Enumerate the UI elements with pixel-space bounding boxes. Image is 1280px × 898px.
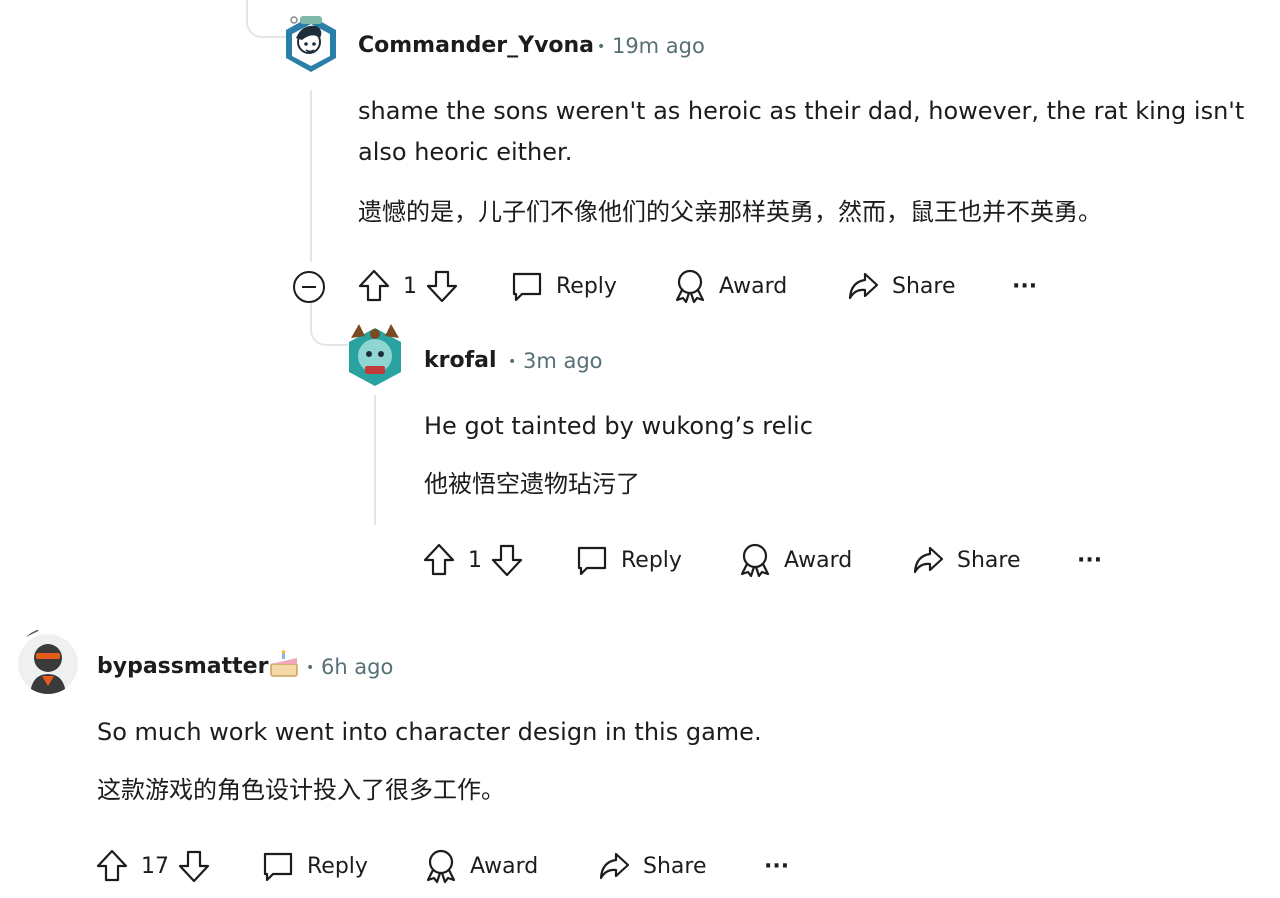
- more-options-icon: ···: [1012, 273, 1038, 299]
- reply-label: Reply: [307, 853, 368, 879]
- reply-icon: [577, 546, 607, 576]
- award-label: Award: [719, 273, 788, 299]
- thread-line: [310, 90, 312, 262]
- reply-button[interactable]: Reply: [510, 268, 617, 304]
- share-label: Share: [957, 547, 1021, 573]
- award-button[interactable]: Award: [673, 268, 787, 304]
- more-options-button[interactable]: ···: [1012, 268, 1037, 304]
- downvote-icon[interactable]: [425, 268, 459, 304]
- reply-label: Reply: [621, 547, 682, 573]
- avatar-image: [349, 324, 401, 386]
- upvote-icon[interactable]: [95, 848, 129, 884]
- comment-meta: • 19m ago: [597, 34, 705, 58]
- comment-meta: • 6h ago: [306, 655, 393, 679]
- comment-meta: • 3m ago: [508, 349, 603, 373]
- award-icon: [675, 269, 705, 304]
- upvote-icon[interactable]: [422, 542, 456, 578]
- reply-icon: [512, 272, 542, 302]
- avatar[interactable]: [282, 10, 340, 76]
- more-options-icon: ···: [1077, 547, 1103, 573]
- reply-button[interactable]: Reply: [575, 542, 682, 578]
- avatar[interactable]: [16, 628, 80, 694]
- more-options-icon: ···: [764, 853, 790, 879]
- share-label: Share: [892, 273, 956, 299]
- reply-button[interactable]: Reply: [261, 848, 368, 884]
- more-options-button[interactable]: ···: [764, 848, 789, 884]
- meta-separator: •: [508, 354, 517, 370]
- vote-count: 1: [468, 547, 482, 573]
- award-icon: [740, 543, 770, 578]
- share-icon: [913, 546, 944, 574]
- thread-connector: [246, 0, 286, 38]
- reply-icon: [263, 852, 293, 882]
- share-button[interactable]: Share: [911, 542, 1021, 578]
- share-icon: [848, 272, 879, 300]
- comment-body-zh: 他被悟空遗物玷污了: [424, 470, 640, 498]
- thread-line: [374, 395, 376, 525]
- meta-separator: •: [597, 39, 606, 55]
- comment-body-zh: 这款游戏的角色设计投入了很多工作。: [97, 776, 505, 804]
- share-button[interactable]: Share: [846, 268, 956, 304]
- award-icon: [426, 849, 456, 884]
- avatar-image: [286, 16, 336, 72]
- comment-username[interactable]: Commander_Yvona: [358, 33, 594, 58]
- more-options-button[interactable]: ···: [1077, 542, 1102, 578]
- vote-group: 1: [357, 268, 459, 304]
- vote-group: 1: [422, 542, 524, 578]
- collapse-button[interactable]: [292, 270, 326, 304]
- avatar[interactable]: [345, 320, 405, 390]
- award-label: Award: [784, 547, 853, 573]
- downvote-icon[interactable]: [490, 542, 524, 578]
- downvote-icon[interactable]: [177, 848, 211, 884]
- vote-count: 17: [141, 853, 169, 879]
- award-button[interactable]: Award: [424, 848, 538, 884]
- avatar-image: [18, 629, 78, 694]
- comment-text-line: shame the sons weren't as heroic as thei…: [358, 97, 1245, 125]
- award-button[interactable]: Award: [738, 542, 852, 578]
- meta-separator: •: [306, 660, 315, 676]
- comment-body-en: So much work went into character design …: [97, 718, 762, 746]
- reply-label: Reply: [556, 273, 617, 299]
- share-label: Share: [643, 853, 707, 879]
- award-label: Award: [470, 853, 539, 879]
- comment-body-en: He got tainted by wukong’s relic: [424, 412, 813, 440]
- comment-time: 6h ago: [320, 655, 394, 679]
- comment-username[interactable]: krofal: [424, 348, 497, 373]
- share-button[interactable]: Share: [597, 848, 707, 884]
- cake-day-icon: [268, 650, 300, 684]
- share-icon: [599, 852, 630, 880]
- comment-username[interactable]: bypassmatter: [97, 654, 268, 679]
- comment-time: 3m ago: [522, 349, 603, 373]
- upvote-icon[interactable]: [357, 268, 391, 304]
- comment-text-line: also heoric either.: [358, 138, 573, 166]
- comment-body-en: shame the sons weren't as heroic as thei…: [358, 91, 1244, 173]
- comment-body-zh: 遗憾的是，儿子们不像他们的父亲那样英勇，然而，鼠王也并不英勇。: [358, 198, 1102, 226]
- collapse-icon: [293, 271, 325, 303]
- thread-connector: [310, 300, 348, 346]
- vote-group: 17: [95, 848, 211, 884]
- comment-time: 19m ago: [611, 34, 705, 58]
- vote-count: 1: [403, 273, 417, 299]
